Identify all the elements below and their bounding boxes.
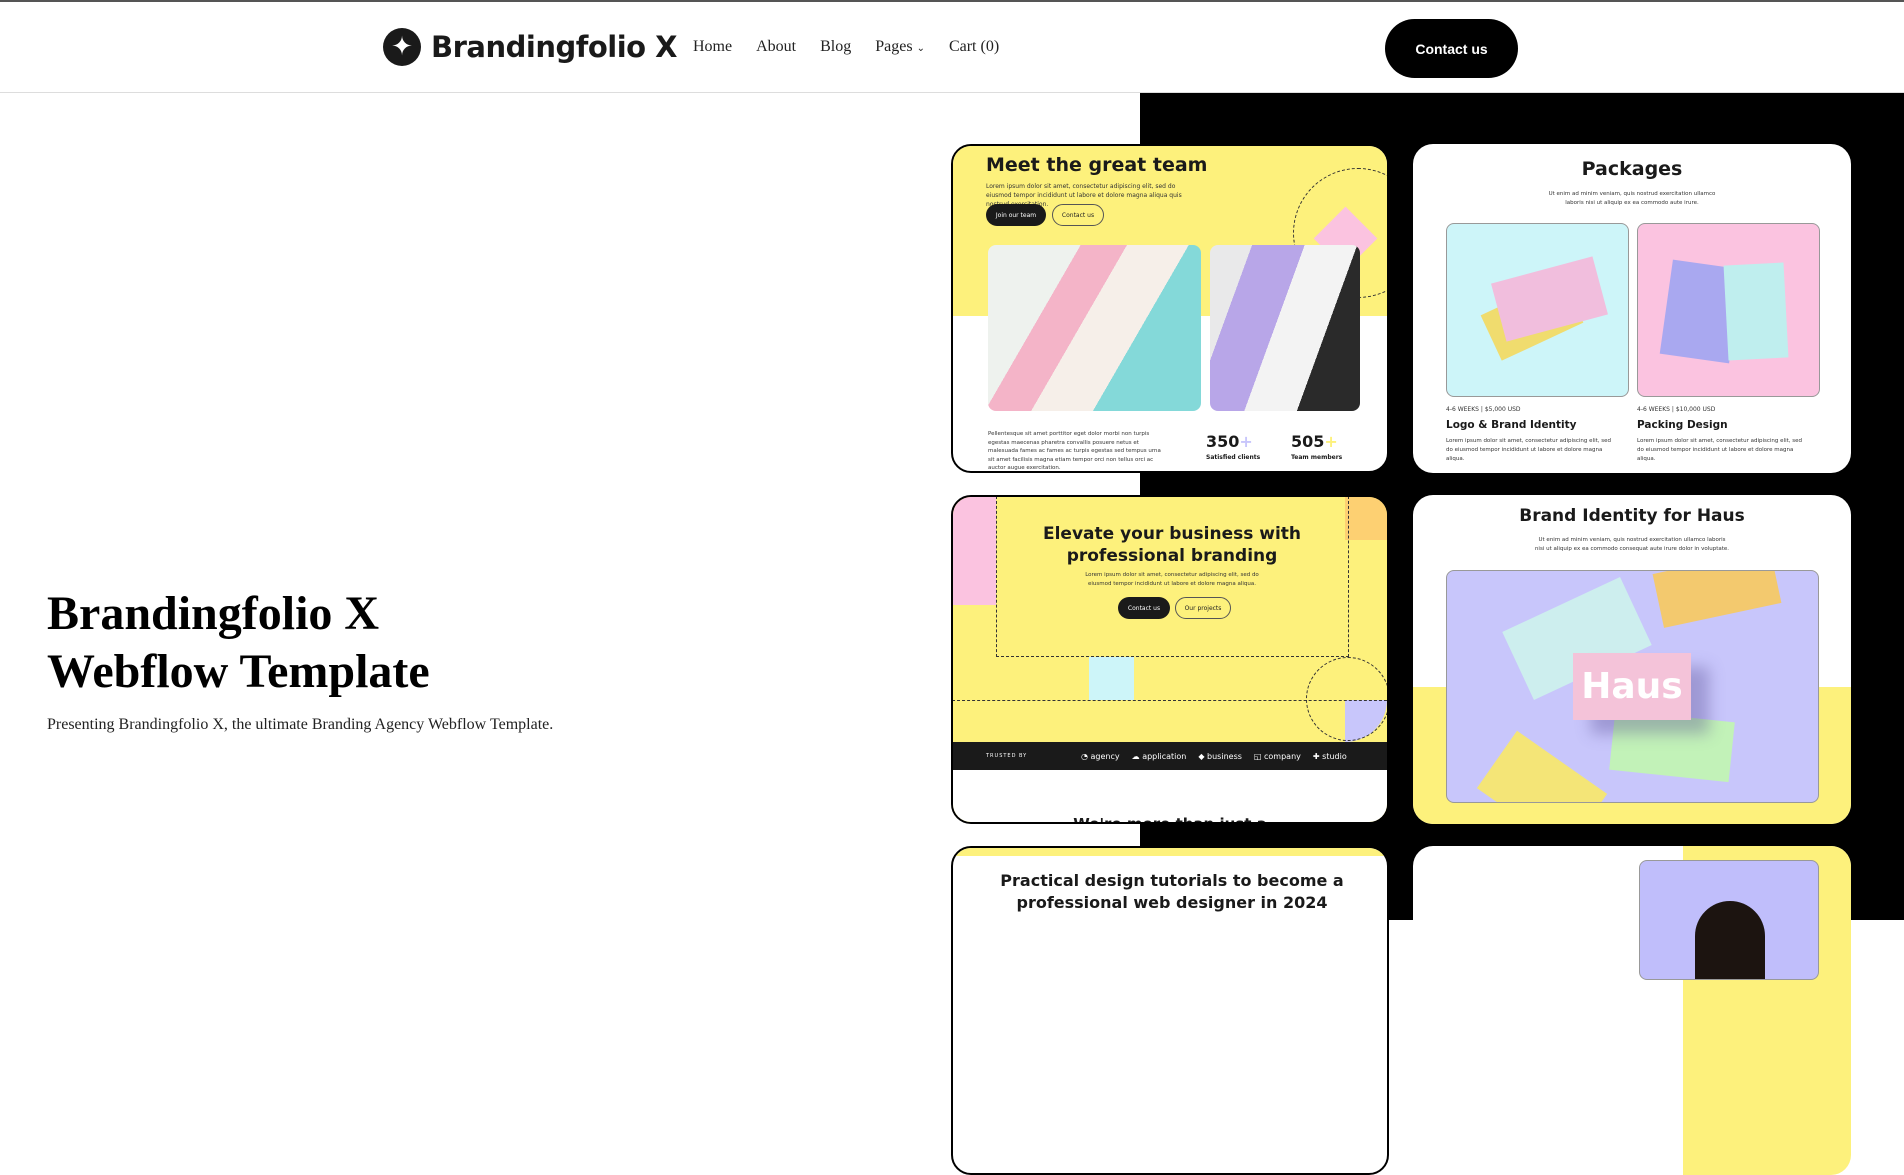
contact-button[interactable]: Contact us (1118, 597, 1170, 619)
cyan-block (1089, 657, 1134, 700)
logo-name: agency (1090, 751, 1120, 761)
team-photo (988, 245, 1201, 411)
stat-members: 505 (1291, 432, 1325, 451)
card-title: Brand Identity for Haus (1519, 506, 1745, 526)
logo-name: business (1207, 751, 1242, 761)
preview-card-blog[interactable]: Practical design tutorials to become a p… (951, 846, 1389, 1175)
package-price: $5,000 USD (1484, 406, 1521, 413)
card-text: Ut enim ad minim veniam, quis nostrud ex… (1534, 537, 1730, 552)
card-title: Meet the great team (986, 154, 1208, 176)
nav-home[interactable]: Home (693, 38, 732, 56)
package-image-1 (1446, 223, 1629, 397)
package-duration: 4-6 WEEKS (1637, 406, 1670, 413)
nav-blog[interactable]: Blog (820, 38, 851, 56)
brand-name: Brandingfolio X (431, 30, 678, 64)
stat-clients: 350 (1206, 432, 1240, 451)
orange-block (1345, 497, 1387, 540)
hero-title: Brandingfolio X Webflow Template (47, 585, 430, 701)
logo-business: ◆ business (1198, 751, 1242, 761)
nav-pages-label: Pages (875, 38, 913, 55)
top-navbar: ✦ Brandingfolio X Home About Blog Pages … (0, 0, 1904, 93)
chevron-down-icon: ⌄ (916, 43, 925, 54)
brand-logo[interactable]: ✦ Brandingfolio X (383, 28, 678, 66)
pink-block (953, 497, 996, 605)
logo-name: application (1142, 751, 1187, 761)
package-name: Logo & Brand Identity (1446, 419, 1577, 431)
package-desc: Lorem ipsum dolor sit amet, consectetur … (1446, 438, 1611, 462)
card-text: Lorem ipsum dolor sit amet, consectetur … (1085, 572, 1259, 587)
stat-members-label: Team members (1291, 454, 1343, 461)
haus-card: Haus (1573, 653, 1691, 720)
nav-about[interactable]: About (756, 38, 796, 56)
hero-title-line1: Brandingfolio X (47, 587, 380, 640)
sparkle-icon: ✦ (383, 28, 421, 66)
blog-title: Practical design tutorials to become a p… (1000, 871, 1344, 912)
trusted-label: TRUSTED BY (986, 753, 1028, 759)
package-image-2 (1637, 223, 1820, 397)
profile-photo (1639, 860, 1819, 980)
package-desc: Lorem ipsum dolor sit amet, consectetur … (1637, 438, 1802, 462)
team-paragraph: Pellentesque sit amet porttitor eget dol… (988, 431, 1161, 471)
stat-clients-label: Satisfied clients (1206, 454, 1261, 461)
logo-name: company (1264, 751, 1301, 761)
hero-subtitle: Presenting Brandingfolio X, the ultimate… (47, 716, 554, 733)
card-text: Ut enim ad minim veniam, quis nostrud ex… (1548, 191, 1716, 206)
logo-studio: ✚ studio (1312, 751, 1347, 761)
nav-pages[interactable]: Pages ⌄ (875, 38, 925, 56)
plus-icon: + (1324, 432, 1338, 451)
card-title: Elevate your business with professional … (1042, 524, 1302, 566)
logo-agency: ◔ agency (1081, 751, 1120, 761)
nav-cart[interactable]: Cart (0) (949, 38, 999, 56)
preview-card-team[interactable]: Meet the great team Lorem ipsum dolor si… (951, 144, 1389, 473)
logo-application: ☁ application (1131, 751, 1187, 761)
logo-company: ◱ company (1253, 751, 1301, 761)
trusted-bar: TRUSTED BY ◔ agency ☁ application ◆ busi… (953, 742, 1387, 770)
join-team-button[interactable]: Join our team (986, 204, 1046, 226)
section-heading: We're more than just a (1073, 815, 1267, 824)
yellow-band (953, 848, 1387, 856)
projects-button[interactable]: Our projects (1175, 597, 1231, 619)
preview-card-elevate[interactable]: Elevate your business with professional … (951, 495, 1389, 824)
plus-icon: + (1239, 432, 1253, 451)
contact-button[interactable]: Contact us (1052, 204, 1104, 226)
card-title: Packages (1581, 158, 1683, 180)
package-name: Packing Design (1637, 419, 1728, 431)
preview-card-packages[interactable]: Packages Ut enim ad minim veniam, quis n… (1413, 144, 1851, 473)
package-duration: 4-6 WEEKS (1446, 406, 1479, 413)
preview-card-haus[interactable]: Brand Identity for Haus Ut enim ad minim… (1413, 495, 1851, 824)
team-photo-2 (1210, 245, 1360, 411)
logo-name: studio (1322, 751, 1347, 761)
preview-card-profile[interactable] (1413, 846, 1851, 1175)
haus-image: Haus (1446, 570, 1819, 803)
package-price: $10,000 USD (1675, 406, 1716, 413)
dashed-circle (1306, 657, 1387, 741)
contact-us-button[interactable]: Contact us (1385, 19, 1518, 78)
hero-title-line2: Webflow Template (47, 645, 430, 698)
